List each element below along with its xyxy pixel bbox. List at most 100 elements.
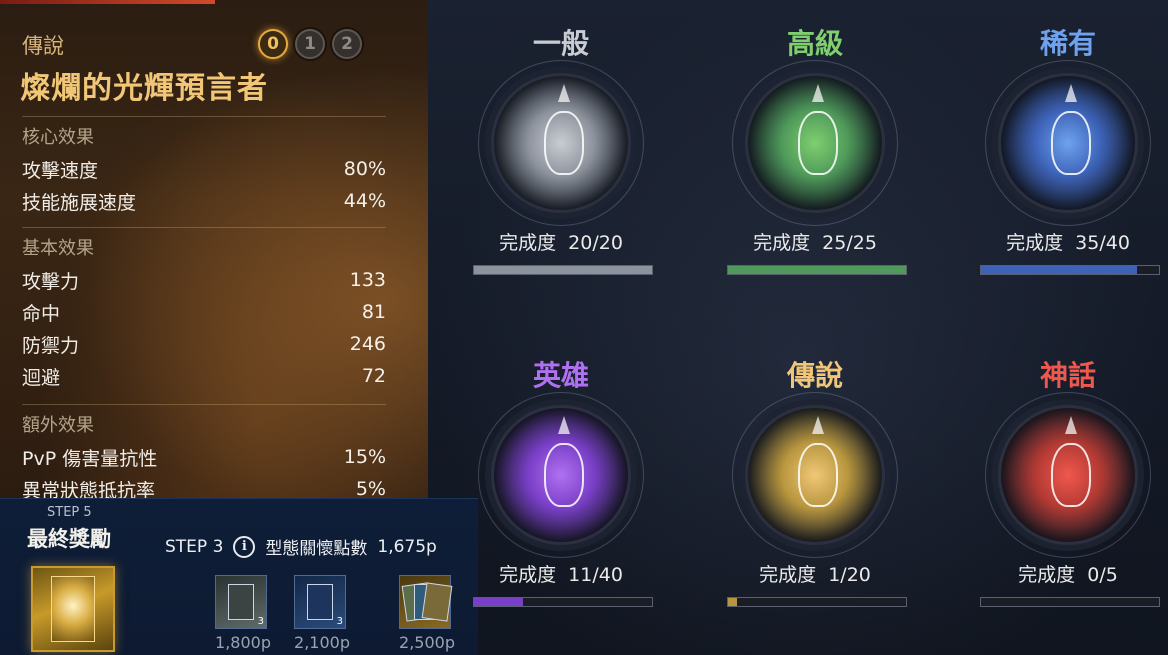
stat-value: 246: [349, 333, 386, 355]
stat-row: 攻擊力 133: [22, 264, 386, 296]
grade-name: 傳說: [786, 359, 843, 392]
stat-row: 防禦力 246: [22, 328, 386, 360]
grade-name: 稀有: [1039, 27, 1096, 60]
star-icon: [558, 84, 570, 102]
completion-value: 11/40: [568, 564, 623, 586]
emblem-icon: [544, 443, 584, 507]
emblem-icon: [1051, 111, 1091, 175]
stat-row: 命中 81: [22, 296, 386, 328]
medal-icon: [745, 73, 885, 213]
selected-indicator: [0, 0, 215, 4]
completion-text: 完成度 1/20: [715, 560, 915, 587]
stat-value: 72: [361, 365, 386, 387]
grade-name: 英雄: [532, 359, 589, 392]
reward-card-icon: 3: [294, 575, 346, 629]
progress-fill: [728, 598, 737, 606]
completion-label: 完成度: [1018, 564, 1076, 586]
medal-icon: [491, 73, 631, 213]
medal-icon: [998, 73, 1138, 213]
completion-value: 25/25: [822, 232, 877, 254]
progress-bar: [980, 597, 1160, 607]
progress-bar: [473, 597, 653, 607]
core-effects-header: 核心效果: [22, 116, 386, 153]
reward-panel: STEP 5 最終獎勵 STEP 3 i 型態關懷點數 1,675p 3 1,8…: [0, 498, 478, 655]
item-title: 燦爛的光輝預言者: [20, 71, 268, 106]
grade-label: 傳說: [22, 34, 64, 58]
grade-rare[interactable]: 稀有 完成度 35/40: [968, 22, 1168, 312]
reward-price: 2,100p: [294, 633, 350, 652]
basic-effects: 基本效果 攻擊力 133 命中 81 防禦力 246 迴避 72: [22, 227, 386, 392]
grade-common[interactable]: 一般 完成度 20/20: [461, 22, 661, 312]
step-2-button[interactable]: 2: [332, 29, 362, 59]
grade-name: 一般: [532, 27, 589, 60]
emblem-icon: [1051, 443, 1091, 507]
stat-row: 迴避 72: [22, 360, 386, 392]
stat-label: 攻擊力: [22, 270, 80, 293]
stat-row: 攻擊速度 80%: [22, 153, 386, 185]
stat-row: 異常狀態抵抗率 5%: [22, 473, 386, 500]
grade-advanced[interactable]: 高級 完成度 25/25: [715, 22, 915, 312]
card-icon: [307, 584, 333, 620]
step3-label: STEP 3: [165, 536, 224, 557]
reward-price: 1,800p: [215, 633, 271, 652]
grade-name: 神話: [1039, 359, 1096, 392]
medal-icon: [491, 405, 631, 545]
points-label: 型態關懷點數: [265, 539, 368, 559]
step-selector: 0 1 2: [258, 29, 362, 59]
step3-line: STEP 3 i 型態關懷點數 1,675p: [165, 534, 437, 559]
final-reward-card[interactable]: [31, 566, 115, 652]
completion-text: 完成度 35/40: [968, 228, 1168, 255]
stat-value: 133: [349, 269, 386, 291]
emblem-icon: [798, 111, 838, 175]
completion-value: 0/5: [1087, 564, 1118, 586]
emblem-icon: [798, 443, 838, 507]
stat-value: 80%: [343, 158, 386, 180]
points-value: 1,675p: [377, 536, 437, 557]
progress-fill: [728, 266, 906, 274]
reward-item[interactable]: 2,500p: [399, 575, 455, 652]
completion-label: 完成度: [1006, 232, 1064, 254]
reward-count: 3: [257, 616, 264, 627]
stat-value: 15%: [343, 446, 386, 468]
completion-value: 20/20: [568, 232, 623, 254]
info-icon[interactable]: i: [233, 535, 256, 558]
stat-label: 異常狀態抵抗率: [22, 479, 156, 501]
step-0-button[interactable]: 0: [258, 29, 288, 59]
grade-name: 高級: [786, 27, 843, 60]
progress-fill: [474, 598, 523, 606]
stat-label: PvP 傷害量抗性: [22, 447, 158, 470]
completion-label: 完成度: [499, 564, 557, 586]
medal-icon: [998, 405, 1138, 545]
grade-legend[interactable]: 傳說 完成度 1/20: [715, 354, 915, 644]
grade-myth[interactable]: 神話 完成度 0/5: [968, 354, 1168, 644]
reward-item[interactable]: 3 1,800p: [215, 575, 271, 652]
progress-bar: [980, 265, 1160, 275]
stat-value: 81: [361, 301, 386, 323]
core-effects: 核心效果 攻擊速度 80% 技能施展速度 44%: [22, 116, 386, 217]
completion-label: 完成度: [759, 564, 817, 586]
progress-bar: [473, 265, 653, 275]
step5-label: STEP 5: [47, 505, 92, 520]
stat-label: 防禦力: [22, 334, 80, 357]
grade-hero[interactable]: 英雄 完成度 11/40: [461, 354, 661, 644]
completion-text: 完成度 11/40: [461, 560, 661, 587]
star-icon: [812, 416, 824, 434]
card-emblem-icon: [51, 576, 95, 642]
progress-fill: [981, 266, 1137, 274]
star-icon: [1065, 416, 1077, 434]
medal-icon: [745, 405, 885, 545]
stat-label: 迴避: [22, 366, 61, 389]
card-icon: [421, 582, 453, 622]
stat-row: 技能施展速度 44%: [22, 185, 386, 217]
emblem-icon: [544, 111, 584, 175]
stat-value: 44%: [343, 190, 386, 212]
extra-effects: 額外效果 PvP 傷害量抗性 15% 異常狀態抵抗率 5%: [22, 404, 386, 500]
completion-value: 35/40: [1075, 232, 1130, 254]
progress-bar: [727, 265, 907, 275]
stat-label: 技能施展速度: [22, 191, 137, 214]
progress-bar: [727, 597, 907, 607]
extra-effects-header: 額外效果: [22, 404, 386, 441]
star-icon: [558, 416, 570, 434]
step-1-button[interactable]: 1: [295, 29, 325, 59]
reward-item[interactable]: 3 2,100p: [294, 575, 350, 652]
